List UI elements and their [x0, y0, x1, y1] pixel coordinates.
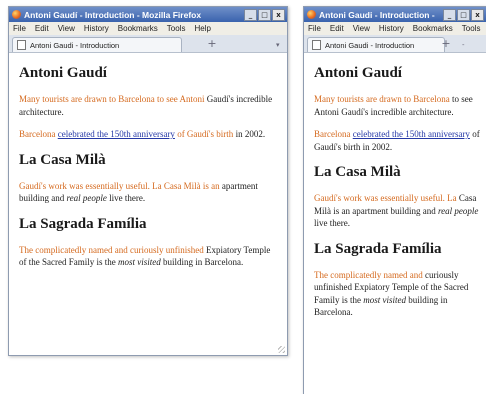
title-bar[interactable]: Antoni Gaudí - Introduction - Mozilla Fi…: [9, 7, 287, 22]
browser-window-wide: Antoni Gaudí - Introduction - Mozilla Fi…: [8, 6, 288, 356]
anniversary-link[interactable]: celebrated the 150th anniversary: [353, 129, 470, 139]
intro-paragraph: Many tourists are drawn to Barcelona to …: [19, 93, 277, 118]
tab-bar: Antoni Gaudi - Introduction + ▾: [9, 35, 287, 53]
casa-mila-text-end: live there.: [314, 218, 350, 228]
resize-grip[interactable]: [278, 346, 285, 353]
tab-gaudi-introduction[interactable]: Antoni Gaudi - Introduction: [12, 37, 182, 52]
page-content: Antoni Gaudí Many tourists are drawn to …: [304, 53, 486, 319]
list-tabs-button[interactable]: -: [462, 41, 465, 49]
sagrada-emphasis: most visited: [363, 294, 406, 305]
section-heading-casa-mila: La Casa Milà: [314, 164, 401, 180]
menu-view[interactable]: View: [353, 24, 370, 33]
anniversary-highlight: of Gaudí's birth: [177, 129, 234, 139]
anniversary-paragraph: Barcelona celebrated the 150th anniversa…: [19, 128, 277, 141]
menu-bookmarks[interactable]: Bookmarks: [118, 24, 158, 33]
list-tabs-button[interactable]: ▾: [276, 41, 280, 49]
intro-paragraph: Many tourists are drawn to Barcelona to …: [314, 93, 480, 118]
sagrada-highlight: The complicatedly named and: [314, 269, 423, 280]
firefox-icon: [12, 10, 21, 19]
close-button[interactable]: x: [272, 8, 285, 21]
firefox-icon: [307, 10, 316, 19]
window-title: Antoni Gaudi - Introduction -: [319, 9, 435, 20]
page-content: Antoni Gaudí Many tourists are drawn to …: [9, 53, 287, 269]
menu-bar: File Edit View History Bookmarks Tools: [304, 22, 486, 35]
intro-highlight: Many tourists are drawn to Barcelona: [314, 94, 450, 104]
new-tab-button[interactable]: +: [439, 38, 453, 50]
maximize-button[interactable]: □: [258, 8, 271, 21]
window-title: Antoni Gaudí - Introduction - Mozilla Fi…: [24, 9, 202, 20]
anniversary-paragraph: Barcelona celebrated the 150th anniversa…: [314, 128, 480, 153]
menu-file[interactable]: File: [13, 24, 26, 33]
anniversary-text: in 2002.: [235, 129, 266, 139]
tab-bar: Antoni Gaudi - Introduction + -: [304, 35, 486, 53]
sagrada-familia-paragraph: The complicatedly named and curiously un…: [314, 269, 480, 319]
section-heading-sagrada-familia: La Sagrada Família: [19, 215, 147, 232]
browser-window-narrow: Antoni Gaudi - Introduction - _ □ x File…: [303, 6, 486, 394]
menu-tools[interactable]: Tools: [462, 24, 481, 33]
tab-label: Antoni Gaudi - Introduction: [325, 40, 415, 50]
menu-tools[interactable]: Tools: [167, 24, 186, 33]
close-button[interactable]: x: [471, 8, 484, 21]
title-bar[interactable]: Antoni Gaudi - Introduction - _ □ x: [304, 7, 486, 22]
casa-mila-emphasis: real people: [437, 205, 479, 216]
page-icon: [17, 40, 26, 50]
casa-mila-text-end: live there.: [109, 193, 146, 203]
sagrada-text-end: building in Barcelona.: [162, 257, 244, 267]
menu-file[interactable]: File: [308, 24, 321, 33]
anniversary-link[interactable]: celebrated the 150th anniversary: [58, 129, 175, 139]
new-tab-button[interactable]: +: [205, 38, 219, 50]
menu-history[interactable]: History: [84, 24, 109, 33]
sagrada-highlight: The complicatedly named and curiously un…: [19, 244, 204, 255]
casa-mila-highlight: Gaudí's work was essentially useful. La …: [19, 180, 220, 191]
sagrada-familia-paragraph: The complicatedly named and curiously un…: [19, 244, 277, 269]
menu-edit[interactable]: Edit: [35, 24, 49, 33]
anniversary-prefix: Barcelona: [314, 129, 351, 139]
casa-mila-highlight: Gaudí's work was essentially useful. La: [314, 193, 457, 203]
menu-bar: File Edit View History Bookmarks Tools H…: [9, 22, 287, 35]
intro-highlight: Many tourists are drawn to Barcelona to …: [19, 94, 205, 104]
casa-mila-emphasis: real people: [66, 193, 107, 203]
menu-history[interactable]: History: [379, 24, 404, 33]
sagrada-emphasis: most visited: [117, 257, 161, 267]
anniversary-prefix: Barcelona: [19, 129, 56, 139]
menu-help[interactable]: Help: [194, 24, 210, 33]
section-heading-sagrada-familia: La Sagrada Família: [314, 240, 442, 257]
maximize-button[interactable]: □: [457, 8, 470, 21]
page-heading: Antoni Gaudí: [19, 65, 107, 81]
tab-gaudi-introduction[interactable]: Antoni Gaudi - Introduction: [307, 37, 445, 52]
menu-edit[interactable]: Edit: [330, 24, 344, 33]
page-icon: [312, 40, 321, 50]
menu-bookmarks[interactable]: Bookmarks: [413, 24, 453, 33]
minimize-button[interactable]: _: [443, 8, 456, 21]
section-heading-casa-mila: La Casa Milà: [19, 151, 106, 168]
minimize-button[interactable]: _: [244, 8, 257, 21]
casa-mila-paragraph: Gaudí's work was essentially useful. La …: [314, 192, 480, 230]
menu-view[interactable]: View: [58, 24, 75, 33]
casa-mila-paragraph: Gaudí's work was essentially useful. La …: [19, 180, 277, 205]
tab-label: Antoni Gaudi - Introduction: [30, 40, 120, 50]
page-heading: Antoni Gaudí: [314, 65, 402, 81]
